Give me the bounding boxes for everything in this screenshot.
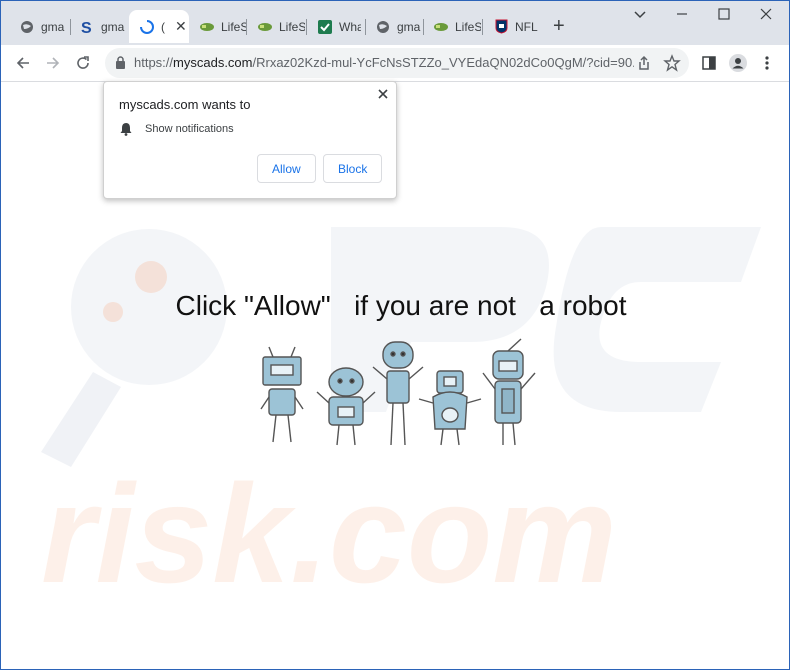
url-host: myscads.com <box>173 55 253 70</box>
avatar-icon <box>729 54 747 72</box>
robots-illustration <box>251 337 551 457</box>
check-icon <box>317 19 333 35</box>
tab-title: LifeS <box>455 19 481 34</box>
close-icon <box>378 89 388 99</box>
block-button[interactable]: Block <box>323 154 383 183</box>
chevron-down-icon <box>634 11 646 19</box>
tab-search-button[interactable] <box>633 7 647 24</box>
bookmark-star-icon[interactable] <box>663 54 681 72</box>
minimize-icon <box>677 13 687 15</box>
arrow-left-icon <box>16 57 29 69</box>
popup-site-text: myscads.com wants to <box>119 97 251 112</box>
tab-5[interactable]: LifeS <box>247 10 305 43</box>
lock-icon[interactable] <box>115 56 126 69</box>
arrow-right-icon <box>47 57 60 69</box>
close-icon <box>760 8 772 20</box>
maximize-button[interactable] <box>717 7 731 24</box>
watermark-text: risk.com <box>41 455 617 612</box>
robot-1 <box>260 346 304 443</box>
tab-title: ( <box>161 19 165 34</box>
tab-6[interactable]: Wha <box>307 10 365 43</box>
tab-strip: gma S gma ( ✕ LifeS LifeS Wh gma LifeS N… <box>1 1 789 45</box>
globe-icon <box>375 19 391 35</box>
robot-5 <box>482 338 536 446</box>
tab-title: gma <box>41 19 65 34</box>
back-button[interactable] <box>11 51 35 75</box>
loading-icon <box>139 19 155 35</box>
reload-button[interactable] <box>71 51 95 75</box>
profile-button[interactable] <box>726 51 750 75</box>
tab-title: LifeS <box>221 19 247 34</box>
share-icon[interactable] <box>635 54 653 72</box>
tab-7[interactable]: gma <box>365 10 423 43</box>
address-bar[interactable]: https://myscads.com/Rrxaz02Kzd-mul-YcFcN… <box>105 48 689 78</box>
side-panel-icon <box>702 56 716 70</box>
url-path: /Rrxaz02Kzd-mul-YcFcNsSTZZo_VYEdaQN02dCo… <box>252 55 635 70</box>
robot-2 <box>316 367 376 446</box>
tab-title: Wha <box>339 19 361 34</box>
reload-icon <box>77 56 89 69</box>
tab-8[interactable]: LifeS <box>423 10 481 43</box>
globe-icon <box>19 19 35 35</box>
lifes-logo-icon <box>433 19 449 35</box>
tab-3-active[interactable]: ( ✕ <box>129 10 189 43</box>
tab-title: gma <box>397 19 421 34</box>
close-icon[interactable]: ✕ <box>175 18 187 35</box>
robot-4 <box>418 370 482 446</box>
minimize-button[interactable] <box>675 7 689 24</box>
forward-button[interactable] <box>41 51 65 75</box>
notification-permission-popup: myscads.com wants to Show notifications … <box>103 81 397 199</box>
permission-row: Show notifications <box>119 122 234 136</box>
tab-2[interactable]: S gma <box>69 10 127 43</box>
close-window-button[interactable] <box>759 7 773 24</box>
browser-window: gma S gma ( ✕ LifeS LifeS Wh gma LifeS N… <box>0 0 790 670</box>
tab-4[interactable]: LifeS <box>189 10 247 43</box>
lifes-logo-icon <box>199 19 215 35</box>
tab-title: LifeS <box>279 19 305 34</box>
popup-close-button[interactable] <box>378 86 388 102</box>
tab-title: gma <box>101 19 125 34</box>
svg-text:S: S <box>81 20 92 35</box>
toolbar: https://myscads.com/Rrxaz02Kzd-mul-YcFcN… <box>1 45 789 82</box>
bell-icon <box>120 123 132 136</box>
url-scheme: https:// <box>134 55 174 70</box>
tab-title: NFL <box>515 19 538 34</box>
url-text[interactable]: https://myscads.com/Rrxaz02Kzd-mul-YcFcN… <box>134 55 634 70</box>
more-vertical-icon <box>765 56 769 70</box>
menu-button[interactable] <box>755 51 779 75</box>
tab-1[interactable]: gma <box>9 10 67 43</box>
page-headline: Click "Allow" if you are not a robot <box>175 290 627 321</box>
maximize-icon <box>718 8 730 20</box>
nfl-shield-icon <box>493 19 509 35</box>
side-panel-button[interactable] <box>697 51 721 75</box>
s-logo-icon: S <box>79 19 95 35</box>
permission-label: Show notifications <box>145 123 234 135</box>
robot-3 <box>372 341 424 446</box>
allow-button[interactable]: Allow <box>257 154 316 183</box>
tab-9[interactable]: NFL <box>483 10 541 43</box>
new-tab-button[interactable]: + <box>553 15 565 38</box>
lifes-logo-icon <box>257 19 273 35</box>
